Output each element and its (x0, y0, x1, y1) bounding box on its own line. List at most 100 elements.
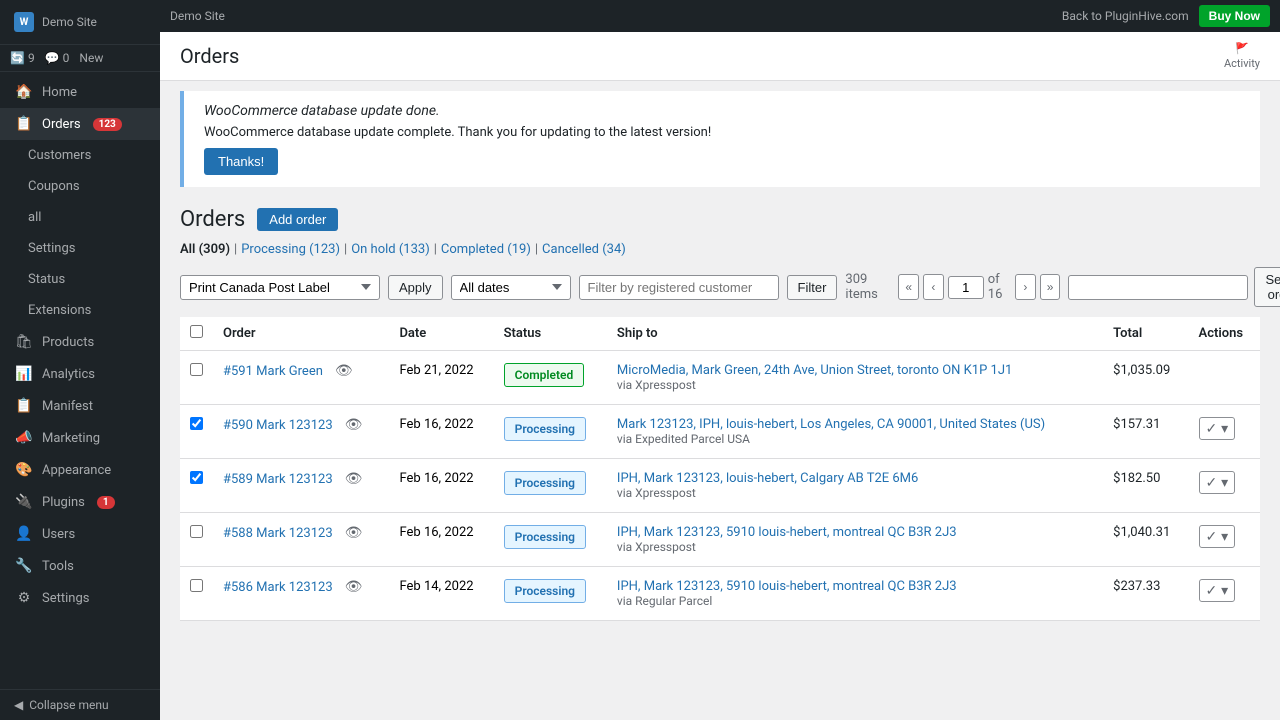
sidebar-item-tools[interactable]: 🔧 Tools (0, 550, 160, 582)
users-icon: 👤 (14, 526, 34, 542)
eye-icon-4[interactable]: 👁 (345, 579, 363, 595)
first-page-button[interactable]: « (898, 274, 919, 300)
order-link-4[interactable]: #586 Mark 123123 (223, 580, 333, 595)
sidebar-item-settings[interactable]: Settings (0, 233, 160, 264)
sidebar-item-customers[interactable]: Customers (0, 140, 160, 171)
row-date-cell: Feb 16, 2022 (389, 405, 493, 459)
next-page-button[interactable]: › (1015, 274, 1036, 300)
marketing-icon: 📣 (14, 430, 34, 446)
current-page-input[interactable] (948, 276, 984, 299)
ship-to-via-3: via Xpresspost (617, 540, 1093, 554)
sidebar-item-appearance[interactable]: 🎨 Appearance (0, 454, 160, 486)
sidebar-logo[interactable]: W Demo Site (0, 0, 160, 45)
flag-icon: 🚩 (1235, 42, 1249, 55)
collapse-label: Collapse menu (29, 698, 108, 712)
sidebar-item-marketing[interactable]: 📣 Marketing (0, 422, 160, 454)
order-link-0[interactable]: #591 Mark Green (223, 364, 323, 379)
buy-now-button[interactable]: Buy Now (1199, 5, 1270, 27)
action-dropdown-4[interactable]: ✓ ▾ (1199, 579, 1236, 602)
ship-to-name-2[interactable]: IPH, Mark 123123, louis-hebert, Calgary … (617, 471, 1093, 486)
row-checkbox-1[interactable] (190, 417, 203, 430)
last-page-button[interactable]: » (1040, 274, 1061, 300)
sidebar-item-reports[interactable]: all (0, 202, 160, 233)
admin-topbar: 🔄 9 💬 0 New (0, 45, 160, 72)
select-all-checkbox[interactable] (190, 325, 203, 338)
prev-page-button[interactable]: ‹ (923, 274, 944, 300)
row-actions-cell (1189, 351, 1260, 405)
sidebar-label-orders: Orders (42, 117, 81, 132)
search-orders-input[interactable] (1068, 275, 1248, 300)
eye-icon-2[interactable]: 👁 (345, 471, 363, 487)
sidebar-item-analytics[interactable]: 📊 Analytics (0, 358, 160, 390)
order-link-2[interactable]: #589 Mark 123123 (223, 472, 333, 487)
sidebar-label-customers: Customers (28, 148, 91, 163)
tab-all[interactable]: All (309) (180, 242, 230, 257)
sidebar-item-plugins[interactable]: 🔌 Plugins 1 (0, 486, 160, 518)
thanks-button[interactable]: Thanks! (204, 148, 278, 175)
sidebar-item-extensions[interactable]: Extensions (0, 295, 160, 326)
bulk-action-select[interactable]: Print Canada Post Label (180, 275, 380, 300)
action-dropdown-3[interactable]: ✓ ▾ (1199, 525, 1236, 548)
tab-on-hold[interactable]: On hold (133) (351, 242, 430, 257)
row-checkbox-0[interactable] (190, 363, 203, 376)
sidebar-label-settings2: Settings (42, 591, 89, 606)
order-link-1[interactable]: #590 Mark 123123 (223, 418, 333, 433)
page-header: Orders 🚩 Activity (160, 32, 1280, 81)
sidebar-item-settings2[interactable]: ⚙ Settings (0, 582, 160, 614)
collapse-menu-button[interactable]: ◀ Collapse menu (0, 689, 160, 720)
plugins-badge: 1 (97, 496, 115, 509)
ship-to-name-1[interactable]: Mark 123123, IPH, louis-hebert, Los Ange… (617, 417, 1093, 432)
sidebar-item-status[interactable]: Status (0, 264, 160, 295)
row-checkbox-cell (180, 513, 213, 567)
sidebar-item-orders[interactable]: 📋 Orders 123 (0, 108, 160, 140)
row-checkbox-2[interactable] (190, 471, 203, 484)
search-orders-button[interactable]: Search orders (1254, 267, 1280, 307)
updates-link[interactable]: 🔄 9 (10, 51, 35, 65)
sidebar-item-manifest[interactable]: 📋 Manifest (0, 390, 160, 422)
order-link-3[interactable]: #588 Mark 123123 (223, 526, 333, 541)
sidebar-item-users[interactable]: 👤 Users (0, 518, 160, 550)
main-content: Demo Site Back to PluginHive.com Buy Now… (160, 0, 1280, 720)
activity-button[interactable]: 🚩 Activity (1224, 42, 1260, 70)
row-total-cell: $157.31 (1103, 405, 1188, 459)
eye-icon-1[interactable]: 👁 (345, 417, 363, 433)
ship-to-via-4: via Regular Parcel (617, 594, 1093, 608)
table-row: #589 Mark 123123 👁 Feb 16, 2022 Processi… (180, 459, 1260, 513)
row-order-cell: #591 Mark Green 👁 (213, 351, 389, 405)
sidebar-item-products[interactable]: 🛍 Products (0, 326, 160, 358)
add-order-button[interactable]: Add order (257, 208, 338, 231)
ship-to-name-0[interactable]: MicroMedia, Mark Green, 24th Ave, Union … (617, 363, 1093, 378)
customer-filter-input[interactable] (579, 275, 779, 300)
eye-icon-0[interactable]: 👁 (335, 363, 353, 379)
page-of-label: of 16 (988, 272, 1011, 302)
row-date-cell: Feb 16, 2022 (389, 513, 493, 567)
ship-to-via-2: via Xpresspost (617, 486, 1093, 500)
tab-processing[interactable]: Processing (123) (241, 242, 340, 257)
status-badge-4: Processing (504, 579, 586, 603)
ship-to-name-3[interactable]: IPH, Mark 123123, 5910 louis-hebert, mon… (617, 525, 1093, 540)
action-dropdown-1[interactable]: ✓ ▾ (1199, 417, 1236, 440)
action-dropdown-2[interactable]: ✓ ▾ (1199, 471, 1236, 494)
orders-icon: 📋 (14, 116, 34, 132)
tab-cancelled[interactable]: Cancelled (34) (542, 242, 626, 257)
sidebar-item-coupons[interactable]: Coupons (0, 171, 160, 202)
eye-icon-3[interactable]: 👁 (345, 525, 363, 541)
sidebar-item-home[interactable]: 🏠 Home (0, 76, 160, 108)
new-link[interactable]: New (79, 51, 103, 65)
table-row: #588 Mark 123123 👁 Feb 16, 2022 Processi… (180, 513, 1260, 567)
tab-completed[interactable]: Completed (19) (441, 242, 531, 257)
admin-bar-site[interactable]: Demo Site (170, 9, 225, 23)
row-checkbox-3[interactable] (190, 525, 203, 538)
pagination: 309 items « ‹ of 16 › » (845, 272, 1060, 302)
row-checkbox-4[interactable] (190, 579, 203, 592)
apply-button[interactable]: Apply (388, 275, 443, 300)
comments-link[interactable]: 💬 0 (45, 51, 70, 65)
sidebar-label-plugins: Plugins (42, 495, 85, 510)
filter-button[interactable]: Filter (787, 275, 838, 300)
row-status-cell: Processing (494, 405, 607, 459)
appearance-icon: 🎨 (14, 462, 34, 478)
ship-to-name-4[interactable]: IPH, Mark 123123, 5910 louis-hebert, mon… (617, 579, 1093, 594)
back-to-pluginhive[interactable]: Back to PluginHive.com (1062, 9, 1189, 23)
total-items: 309 items (845, 272, 890, 302)
date-filter-select[interactable]: All dates (451, 275, 571, 300)
